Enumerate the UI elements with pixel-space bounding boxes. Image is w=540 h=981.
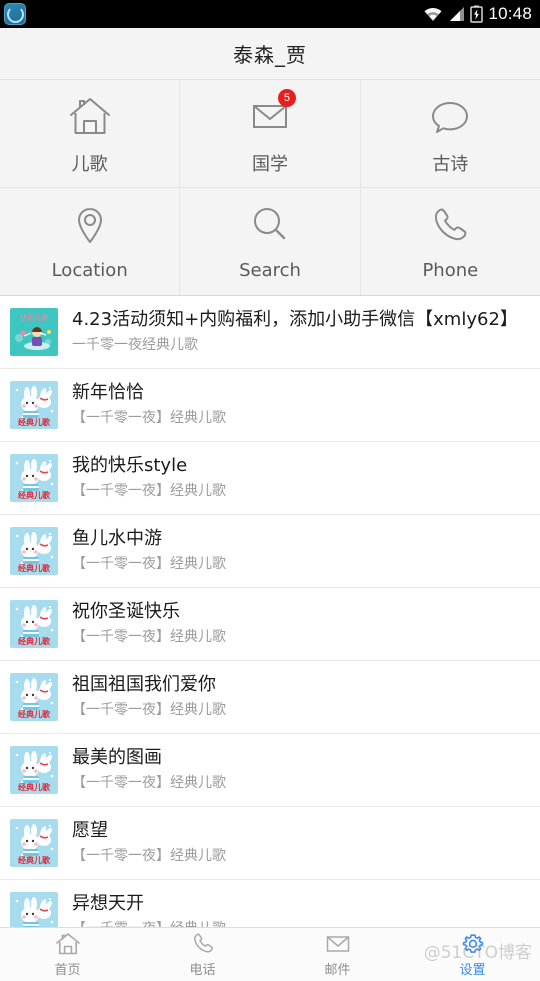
app-screen: 10:48 泰森_贾 儿歌 5 国学 古诗 Location Search Ph… bbox=[0, 0, 540, 981]
list-item[interactable]: 经典儿歌 新年恰恰 【一千零一夜】经典儿歌 bbox=[0, 369, 540, 442]
list-item-text: 我的快乐style 【一千零一夜】经典儿歌 bbox=[72, 454, 226, 502]
list-item-text: 鱼儿水中游 【一千零一夜】经典儿歌 bbox=[72, 527, 226, 575]
list-item[interactable]: 经典儿歌 愿望 【一千零一夜】经典儿歌 bbox=[0, 807, 540, 880]
list-item-subtitle: 【一千零一夜】经典儿歌 bbox=[72, 629, 226, 645]
tab-label: 首页 bbox=[54, 963, 81, 978]
grid-row-2: Location Search Phone bbox=[0, 188, 540, 295]
thumbnail-rabbit-cover: 经典儿歌 bbox=[10, 673, 58, 721]
phone-icon bbox=[190, 931, 216, 957]
grid-item-guoxue[interactable]: 5 国学 bbox=[180, 80, 361, 187]
list-item[interactable]: 经典儿歌 最美的图画 【一千零一夜】经典儿歌 bbox=[0, 734, 540, 807]
list-item[interactable]: 经典儿歌 祖国祖国我们爱你 【一千零一夜】经典儿歌 bbox=[0, 661, 540, 734]
song-list[interactable]: 快乐儿歌 4.23活动须知+内购福利，添加小助手微信【xmly62】 一千零一夜… bbox=[0, 296, 540, 941]
title-bar: 泰森_贾 bbox=[0, 28, 540, 80]
thumbnail-rabbit-cover: 经典儿歌 bbox=[10, 527, 58, 575]
list-item-subtitle: 【一千零一夜】经典儿歌 bbox=[72, 775, 226, 791]
chat-icon bbox=[424, 92, 476, 140]
grid-row-1: 儿歌 5 国学 古诗 bbox=[0, 80, 540, 188]
list-item-text: 新年恰恰 【一千零一夜】经典儿歌 bbox=[72, 381, 226, 429]
grid-item-search[interactable]: Search bbox=[180, 188, 361, 295]
list-item-title: 愿望 bbox=[72, 820, 108, 841]
grid-item-label: 儿歌 bbox=[71, 153, 108, 175]
list-item-subtitle: 【一千零一夜】经典儿歌 bbox=[72, 483, 226, 499]
thumbnail-rabbit-cover: 经典儿歌 bbox=[10, 454, 58, 502]
phone-icon bbox=[424, 202, 476, 250]
list-item-text: 祝你圣诞快乐 【一千零一夜】经典儿歌 bbox=[72, 600, 226, 648]
badge-count: 5 bbox=[277, 88, 296, 107]
svg-text:经典儿歌: 经典儿歌 bbox=[18, 855, 51, 865]
grid-item-ergle[interactable]: 儿歌 bbox=[0, 80, 181, 187]
list-item[interactable]: 经典儿歌 我的快乐style 【一千零一夜】经典儿歌 bbox=[0, 442, 540, 515]
tab-home[interactable]: 首页 bbox=[0, 928, 135, 981]
svg-text:经典儿歌: 经典儿歌 bbox=[18, 636, 51, 646]
svg-text:快乐儿歌: 快乐儿歌 bbox=[20, 313, 48, 322]
bottom-tab-bar: 首页 电话 邮件 设置 bbox=[0, 927, 540, 981]
app-logo-ring bbox=[6, 5, 24, 23]
list-item[interactable]: 经典儿歌 鱼儿水中游 【一千零一夜】经典儿歌 bbox=[0, 515, 540, 588]
list-item-title: 我的快乐style bbox=[72, 455, 188, 476]
svg-text:经典儿歌: 经典儿歌 bbox=[18, 417, 51, 427]
list-item-subtitle: 【一千零一夜】经典儿歌 bbox=[72, 848, 226, 864]
svg-text:经典儿歌: 经典儿歌 bbox=[18, 709, 51, 719]
status-bar: 10:48 bbox=[0, 0, 540, 28]
list-item-title: 鱼儿水中游 bbox=[72, 528, 162, 549]
list-item-subtitle: 【一千零一夜】经典儿歌 bbox=[72, 556, 226, 572]
grid-item-label: Phone bbox=[422, 260, 479, 281]
home-icon bbox=[55, 931, 81, 957]
grid-item-label: 国学 bbox=[251, 153, 288, 175]
list-item-text: 愿望 【一千零一夜】经典儿歌 bbox=[72, 819, 226, 867]
tab-phone[interactable]: 电话 bbox=[135, 928, 270, 981]
list-item-title: 新年恰恰 bbox=[72, 382, 144, 403]
tab-label: 设置 bbox=[459, 963, 486, 978]
cellular-signal-icon bbox=[448, 6, 465, 22]
list-item-text: 祖国祖国我们爱你 【一千零一夜】经典儿歌 bbox=[72, 673, 226, 721]
thumbnail-rabbit-cover: 经典儿歌 bbox=[10, 819, 58, 867]
grid-item-label: Search bbox=[239, 260, 301, 281]
mail-icon: 5 bbox=[244, 88, 296, 140]
wifi-icon bbox=[423, 6, 443, 22]
thumbnail-kids-song-cover: 快乐儿歌 bbox=[10, 308, 58, 356]
status-indicators: 10:48 bbox=[423, 4, 532, 24]
list-item-title: 最美的图画 bbox=[72, 747, 162, 768]
svg-text:经典儿歌: 经典儿歌 bbox=[18, 563, 51, 573]
tab-settings[interactable]: 设置 bbox=[405, 928, 540, 981]
list-item-title: 异想天开 bbox=[72, 893, 144, 914]
grid-menu: 儿歌 5 国学 古诗 Location Search Phone bbox=[0, 80, 540, 296]
app-logo-icon bbox=[4, 3, 26, 25]
list-item-title: 4.23活动须知+内购福利，添加小助手微信【xmly62】 bbox=[72, 309, 518, 330]
thumbnail-rabbit-cover: 经典儿歌 bbox=[10, 746, 58, 794]
gear-icon bbox=[460, 931, 486, 957]
list-item-title: 祖国祖国我们爱你 bbox=[72, 674, 216, 695]
grid-item-label: 古诗 bbox=[432, 153, 469, 175]
tab-label: 电话 bbox=[189, 963, 216, 978]
list-item-text: 最美的图画 【一千零一夜】经典儿歌 bbox=[72, 746, 226, 794]
search-icon bbox=[244, 202, 296, 250]
grid-item-phone[interactable]: Phone bbox=[361, 188, 540, 295]
list-item-subtitle: 【一千零一夜】经典儿歌 bbox=[72, 410, 226, 426]
list-item-title: 祝你圣诞快乐 bbox=[72, 601, 180, 622]
tab-label: 邮件 bbox=[324, 963, 351, 978]
grid-item-label: Location bbox=[51, 260, 128, 281]
list-item-subtitle: 一千零一夜经典儿歌 bbox=[72, 337, 198, 353]
status-clock: 10:48 bbox=[488, 4, 532, 23]
mail-icon bbox=[325, 931, 351, 957]
page-title: 泰森_贾 bbox=[233, 43, 307, 67]
grid-item-gushi[interactable]: 古诗 bbox=[361, 80, 540, 187]
list-item-text: 4.23活动须知+内购福利，添加小助手微信【xmly62】 一千零一夜经典儿歌 bbox=[72, 308, 518, 356]
list-item[interactable]: 快乐儿歌 4.23活动须知+内购福利，添加小助手微信【xmly62】 一千零一夜… bbox=[0, 296, 540, 369]
tab-mail[interactable]: 邮件 bbox=[270, 928, 405, 981]
svg-text:经典儿歌: 经典儿歌 bbox=[18, 490, 51, 500]
svg-text:经典儿歌: 经典儿歌 bbox=[18, 782, 51, 792]
battery-charging-icon bbox=[470, 5, 484, 23]
thumbnail-rabbit-cover: 经典儿歌 bbox=[10, 381, 58, 429]
grid-item-location[interactable]: Location bbox=[0, 188, 181, 295]
thumbnail-rabbit-cover: 经典儿歌 bbox=[10, 600, 58, 648]
home-icon bbox=[64, 92, 116, 140]
list-item-subtitle: 【一千零一夜】经典儿歌 bbox=[72, 702, 226, 718]
location-pin-icon bbox=[64, 202, 116, 250]
list-item[interactable]: 经典儿歌 祝你圣诞快乐 【一千零一夜】经典儿歌 bbox=[0, 588, 540, 661]
